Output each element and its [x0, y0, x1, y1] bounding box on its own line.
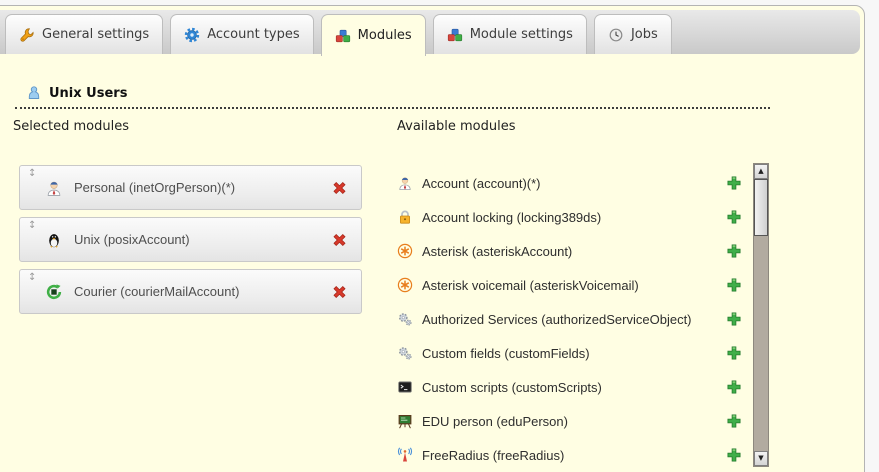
clock-icon: [608, 27, 624, 43]
tab-label: Jobs: [631, 27, 658, 42]
drag-handle-icon[interactable]: ↕: [28, 168, 36, 179]
section-title: Unix Users: [49, 86, 127, 101]
tab-bar: General settings Account types Modules M…: [0, 10, 860, 54]
modules-icon: [447, 27, 463, 43]
settings-panel: General settings Account types Modules M…: [0, 5, 865, 472]
gears-icon: [397, 345, 413, 361]
available-module-asterisk-voicemail: Asterisk voicemail (asteriskVoicemail): [397, 275, 742, 295]
tab-module-settings[interactable]: Module settings: [433, 14, 587, 54]
green-plus-icon[interactable]: [726, 413, 742, 429]
available-module-account: Account (account)(*): [397, 173, 742, 193]
available-module-account-locking: Account locking (locking389ds): [397, 207, 742, 227]
available-module-asterisk: Asterisk (asteriskAccount): [397, 241, 742, 261]
tab-label: General settings: [42, 27, 149, 42]
tab-label: Module settings: [470, 27, 573, 42]
available-module-label: Account locking (locking389ds): [422, 210, 601, 225]
available-module-label: Asterisk (asteriskAccount): [422, 244, 572, 259]
terminal-icon: [397, 379, 413, 395]
selected-module-label: Personal (inetOrgPerson)(*): [74, 180, 235, 195]
tab-modules[interactable]: Modules: [321, 14, 426, 56]
green-plus-icon[interactable]: [726, 345, 742, 361]
section-divider: [15, 107, 770, 109]
tab-label: Account types: [207, 27, 299, 42]
modules-tab-content: Unix Users Selected modules Available mo…: [0, 54, 866, 472]
courier-icon: [45, 283, 63, 301]
red-x-delete-icon[interactable]: [331, 283, 348, 300]
green-plus-icon[interactable]: [726, 311, 742, 327]
available-module-label: Custom scripts (customScripts): [422, 380, 602, 395]
selected-modules-heading: Selected modules: [13, 119, 129, 134]
selected-modules-list: ↕ Personal (inetOrgPerson)(*) ↕ Unix (po…: [19, 165, 362, 321]
penguin-icon: [45, 231, 63, 249]
available-module-freeradius: FreeRadius (freeRadius): [397, 445, 742, 465]
green-plus-icon[interactable]: [726, 277, 742, 293]
tab-account-types[interactable]: Account types: [170, 14, 313, 54]
available-modules-heading: Available modules: [397, 119, 515, 134]
available-module-edu-person: EDU person (eduPerson): [397, 411, 742, 431]
asterisk-icon: [397, 243, 413, 259]
available-module-label: Account (account)(*): [422, 176, 541, 191]
scroll-up-button[interactable]: ▲: [754, 164, 768, 179]
available-module-authorized-services: Authorized Services (authorizedServiceOb…: [397, 309, 742, 329]
available-module-label: Asterisk voicemail (asteriskVoicemail): [422, 278, 639, 293]
user-icon: [26, 85, 42, 101]
drag-handle-icon[interactable]: ↕: [28, 220, 36, 231]
gears-icon: [397, 311, 413, 327]
tab-jobs[interactable]: Jobs: [594, 14, 672, 54]
red-x-delete-icon[interactable]: [331, 179, 348, 196]
selected-module-personal[interactable]: ↕ Personal (inetOrgPerson)(*): [19, 165, 362, 210]
asterisk-icon: [397, 277, 413, 293]
tab-general-settings[interactable]: General settings: [5, 14, 163, 54]
wrench-icon: [19, 27, 35, 43]
selected-module-label: Unix (posixAccount): [74, 232, 190, 247]
scrollbar-thumb[interactable]: [754, 179, 768, 236]
green-plus-icon[interactable]: [726, 447, 742, 463]
drag-handle-icon[interactable]: ↕: [28, 272, 36, 283]
board-icon: [397, 413, 413, 429]
green-plus-icon[interactable]: [726, 175, 742, 191]
selected-module-courier[interactable]: ↕ Courier (courierMailAccount): [19, 269, 362, 314]
available-module-label: Authorized Services (authorizedServiceOb…: [422, 312, 692, 327]
lam-configuration-screen: General settings Account types Modules M…: [0, 0, 879, 472]
green-plus-icon[interactable]: [726, 379, 742, 395]
triangle-up-icon: ▲: [758, 168, 763, 175]
scroll-down-button[interactable]: ▼: [754, 451, 768, 466]
available-module-label: Custom fields (customFields): [422, 346, 590, 361]
available-modules-scrollbar[interactable]: ▲ ▼: [753, 163, 769, 467]
available-module-label: FreeRadius (freeRadius): [422, 448, 564, 463]
lock-icon: [397, 209, 413, 225]
selected-module-label: Courier (courierMailAccount): [74, 284, 239, 299]
available-module-custom-fields: Custom fields (customFields): [397, 343, 742, 363]
gear-icon: [184, 27, 200, 43]
person-icon: [45, 179, 63, 197]
available-module-custom-scripts: Custom scripts (customScripts): [397, 377, 742, 397]
triangle-down-icon: ▼: [758, 455, 763, 462]
section-header: Unix Users: [26, 85, 127, 101]
green-plus-icon[interactable]: [726, 243, 742, 259]
red-x-delete-icon[interactable]: [331, 231, 348, 248]
tab-label: Modules: [358, 28, 412, 43]
modules-icon: [335, 28, 351, 44]
green-plus-icon[interactable]: [726, 209, 742, 225]
selected-module-unix[interactable]: ↕ Unix (posixAccount): [19, 217, 362, 262]
antenna-icon: [397, 447, 413, 463]
available-module-label: EDU person (eduPerson): [422, 414, 568, 429]
person-icon: [397, 175, 413, 191]
available-modules-list: Account (account)(*) Account locking (lo…: [397, 173, 742, 465]
